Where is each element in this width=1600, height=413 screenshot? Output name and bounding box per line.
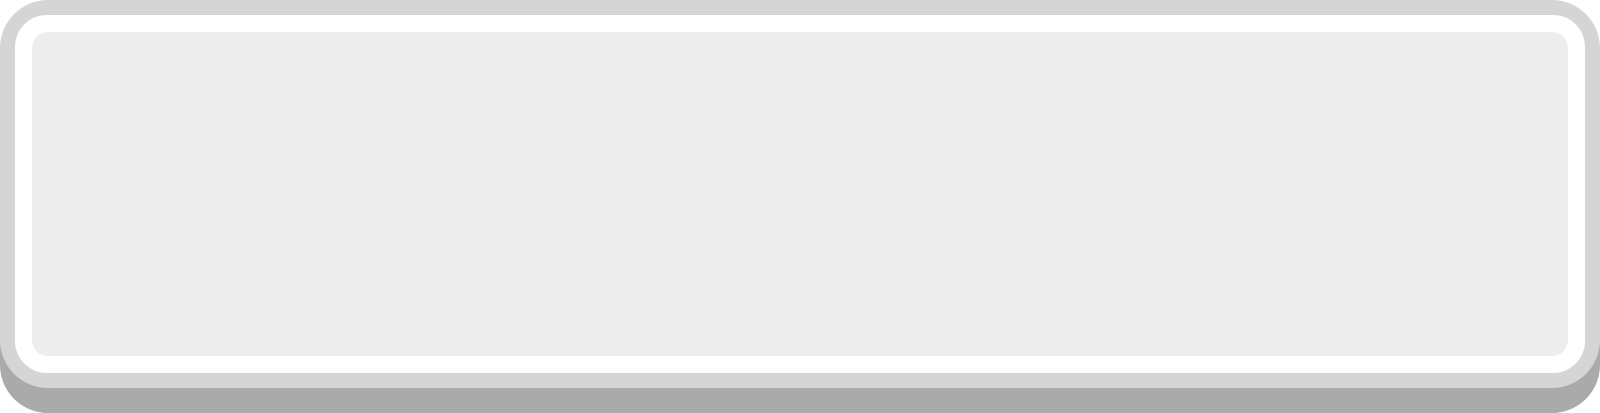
blank-button[interactable] [0,0,1600,413]
button-face[interactable] [32,32,1568,356]
